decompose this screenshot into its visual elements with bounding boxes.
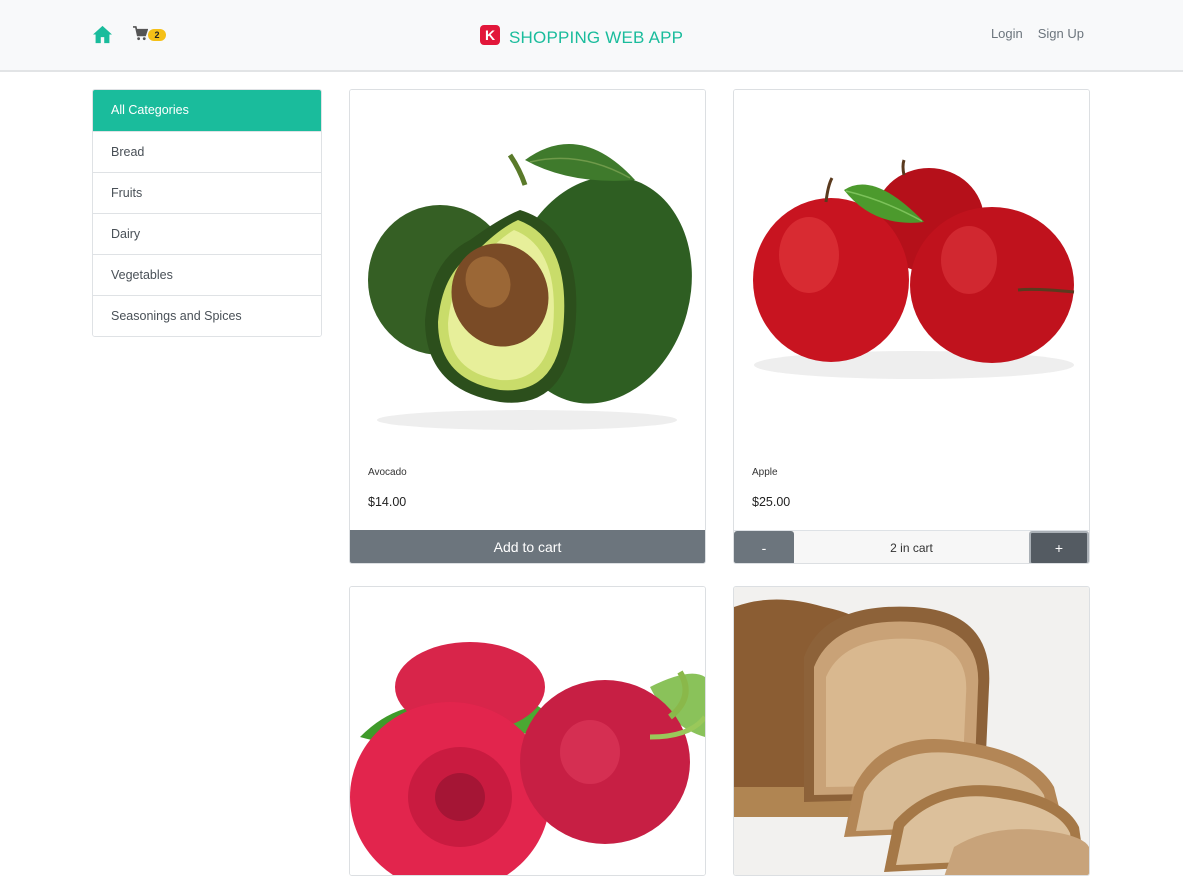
product-price: $25.00 bbox=[752, 495, 791, 509]
category-item-dairy[interactable]: Dairy bbox=[93, 213, 321, 254]
category-item-fruits[interactable]: Fruits bbox=[93, 172, 321, 213]
cart-quantity-label: 2 in cart bbox=[890, 541, 933, 555]
brand[interactable]: K SHOPPING WEB APP bbox=[480, 21, 683, 49]
brand-logo-icon: K bbox=[480, 25, 500, 45]
shopping-cart-icon bbox=[133, 26, 148, 41]
top-navbar: 2 K SHOPPING WEB APP Login Sign Up bbox=[0, 0, 1183, 72]
product-card: Avocado $14.00 Add to cart bbox=[349, 89, 706, 564]
brand-title: SHOPPING WEB APP bbox=[509, 28, 684, 47]
category-item-seasonings[interactable]: Seasonings and Spices bbox=[93, 295, 321, 336]
home-icon[interactable] bbox=[92, 25, 113, 44]
bread-image bbox=[734, 587, 1089, 875]
product-name: Apple bbox=[752, 467, 778, 478]
category-item-vegetables[interactable]: Vegetables bbox=[93, 254, 321, 295]
category-item-bread[interactable]: Bread bbox=[93, 131, 321, 172]
quantity-stepper: - 2 in cart + bbox=[734, 530, 1089, 563]
decrease-quantity-button[interactable]: - bbox=[734, 531, 794, 563]
avocado-image bbox=[350, 90, 705, 450]
product-card bbox=[733, 586, 1090, 876]
apple-image bbox=[734, 90, 1089, 450]
add-to-cart-button[interactable]: Add to cart bbox=[350, 530, 705, 563]
product-card bbox=[349, 586, 706, 876]
category-item-all[interactable]: All Categories bbox=[93, 90, 321, 131]
cart-count-badge: 2 bbox=[148, 29, 166, 41]
raspberry-image bbox=[350, 587, 705, 875]
category-sidebar: All Categories Bread Fruits Dairy Vegeta… bbox=[92, 89, 322, 337]
product-card: Apple $25.00 - 2 in cart + bbox=[733, 89, 1090, 564]
cart-button[interactable]: 2 bbox=[133, 26, 167, 44]
login-link[interactable]: Login bbox=[991, 26, 1023, 41]
auth-links: Login Sign Up bbox=[991, 26, 1084, 41]
increase-quantity-button[interactable]: + bbox=[1029, 531, 1089, 563]
card-footer: - 2 in cart + bbox=[734, 530, 1089, 563]
signup-link[interactable]: Sign Up bbox=[1038, 26, 1084, 41]
card-footer: Add to cart bbox=[350, 530, 705, 563]
product-name: Avocado bbox=[368, 467, 407, 478]
product-price: $14.00 bbox=[368, 495, 407, 509]
